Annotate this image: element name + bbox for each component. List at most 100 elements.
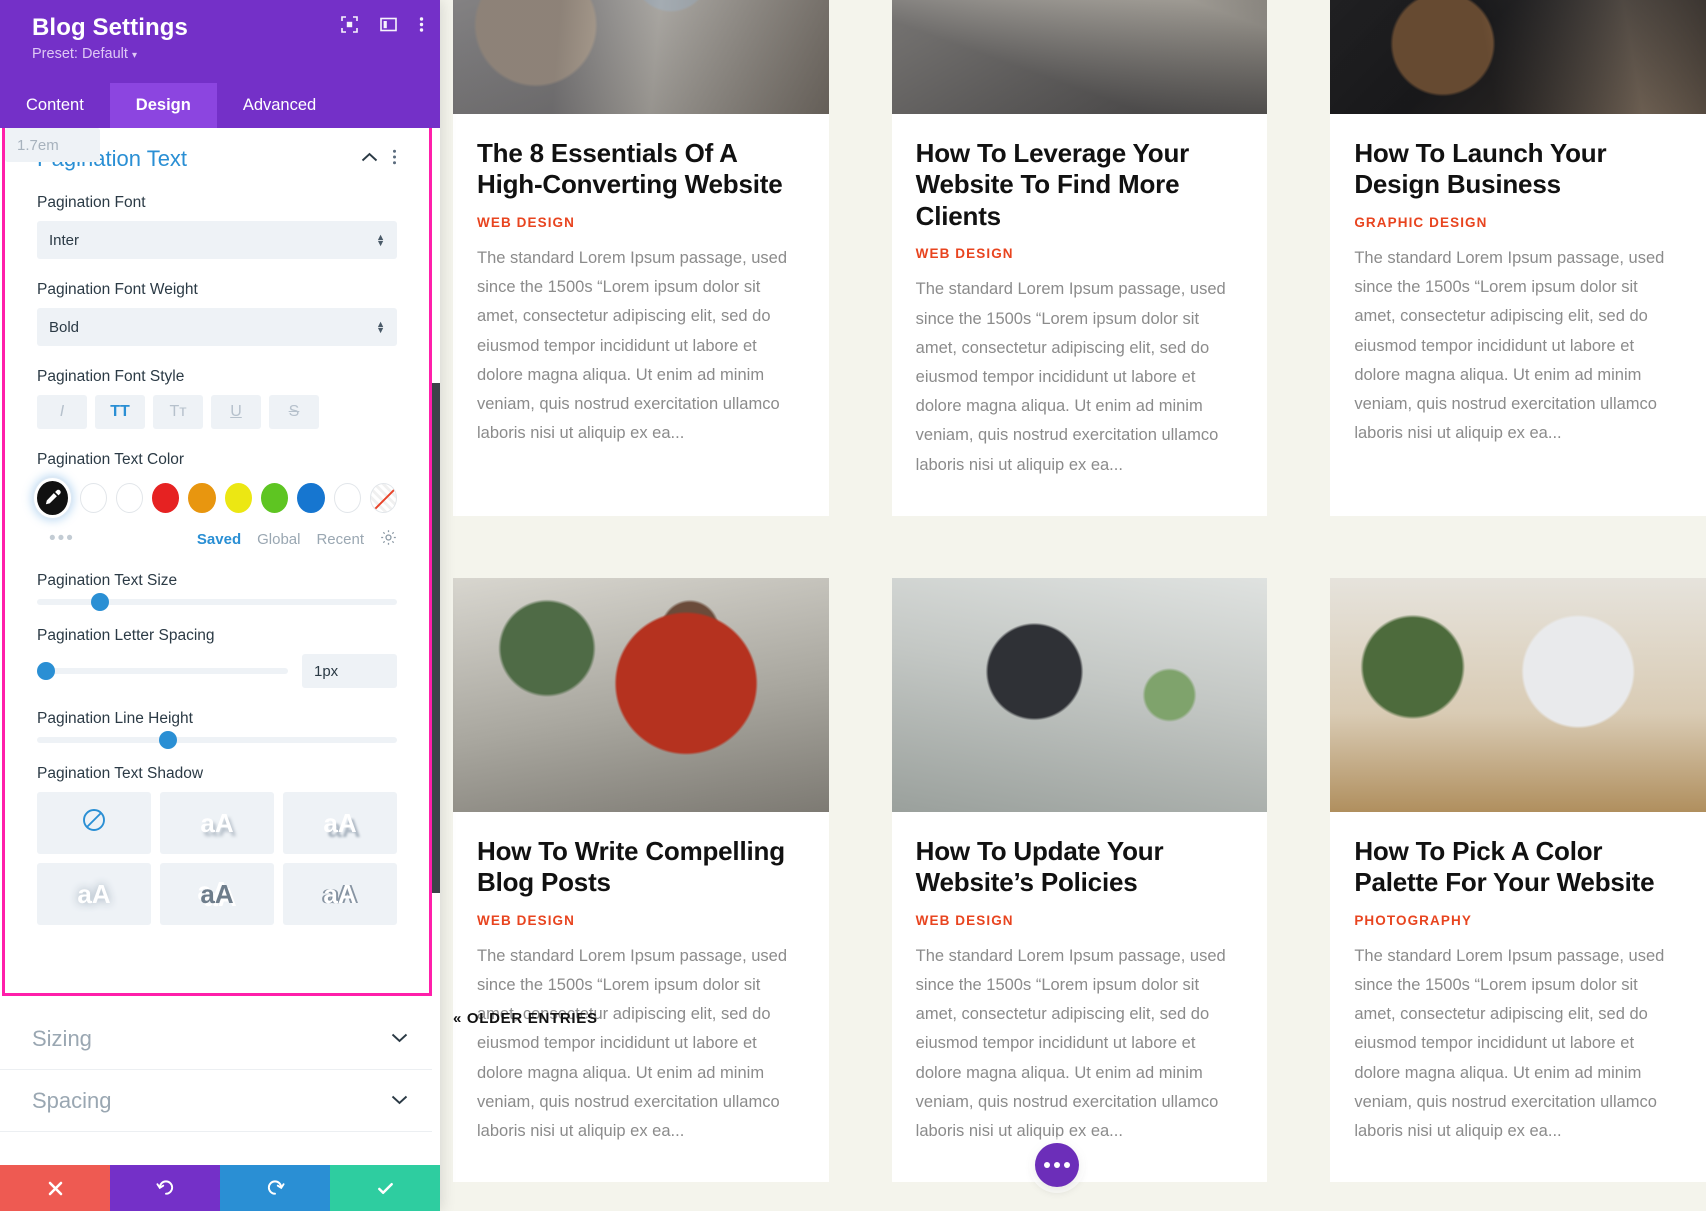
text-shadow-option-button[interactable]: aA bbox=[283, 792, 397, 854]
color-swatch-transparent[interactable] bbox=[369, 483, 398, 513]
color-swatch-row bbox=[34, 478, 398, 518]
undo-button[interactable] bbox=[110, 1165, 220, 1211]
ellipsis-icon bbox=[1054, 1162, 1060, 1168]
pagination-line-height-slider[interactable] bbox=[37, 731, 397, 749]
section-spacing[interactable]: Spacing bbox=[0, 1070, 440, 1132]
blog-card[interactable]: The 8 Essentials Of A High-Converting We… bbox=[453, 0, 829, 516]
pagination-font-weight-select[interactable]: Bold ▲ ▼ bbox=[37, 308, 397, 346]
eyedropper-icon[interactable] bbox=[34, 478, 71, 518]
text-shadow-option-button[interactable]: aA bbox=[160, 863, 274, 925]
tab-content[interactable]: Content bbox=[0, 83, 110, 128]
color-swatch[interactable] bbox=[79, 483, 107, 513]
color-tab-saved[interactable]: Saved bbox=[197, 531, 241, 548]
card-title[interactable]: How To Launch Your Design Business bbox=[1354, 138, 1682, 201]
more-vertical-icon[interactable] bbox=[419, 16, 424, 33]
pagination-font-select[interactable]: Inter ▲ ▼ bbox=[37, 221, 397, 259]
card-image bbox=[1330, 0, 1706, 114]
redo-button[interactable] bbox=[220, 1165, 330, 1211]
ellipsis-icon bbox=[1044, 1162, 1050, 1168]
pagination-letter-spacing-slider[interactable] bbox=[37, 662, 288, 680]
font-style-strikethrough-button[interactable]: S bbox=[269, 395, 319, 429]
preset-selector[interactable]: Preset: Default ▾ bbox=[32, 46, 420, 62]
smallcaps-glyph: Tᴛ bbox=[169, 403, 187, 420]
italic-glyph: I bbox=[59, 403, 65, 420]
blog-card[interactable]: How To Update Your Website’s Policies We… bbox=[891, 577, 1268, 1183]
font-style-italic-button[interactable]: I bbox=[37, 395, 87, 429]
strikethrough-glyph: S bbox=[288, 403, 300, 420]
card-category[interactable]: Photography bbox=[1354, 913, 1682, 928]
focus-icon[interactable] bbox=[341, 16, 358, 33]
color-swatch[interactable] bbox=[224, 483, 252, 513]
text-shadow-none-button[interactable] bbox=[37, 792, 151, 854]
floating-action-button[interactable] bbox=[1035, 1143, 1079, 1187]
card-category[interactable]: Web Design bbox=[477, 215, 805, 230]
panel-footer bbox=[0, 1165, 440, 1211]
pagination-text-size-slider[interactable] bbox=[37, 593, 397, 611]
slider-knob[interactable] bbox=[91, 593, 109, 611]
section-sizing[interactable]: Sizing bbox=[0, 1008, 440, 1070]
panel-tabs: Content Design Advanced bbox=[0, 83, 440, 128]
blog-grid: The 8 Essentials Of A High-Converting We… bbox=[453, 0, 1706, 1183]
more-vertical-icon[interactable] bbox=[392, 149, 397, 170]
chevron-up-icon[interactable] bbox=[361, 150, 378, 168]
card-body: How To Update Your Website’s Policies We… bbox=[892, 812, 1268, 1182]
card-title[interactable]: How To Write Compelling Blog Posts bbox=[477, 836, 805, 899]
pagination-line-height-input[interactable]: 1.7em bbox=[5, 128, 100, 162]
color-swatch[interactable] bbox=[188, 483, 216, 513]
blog-settings-panel: Blog Settings Preset: Default ▾ Content … bbox=[0, 0, 440, 1211]
color-swatch[interactable] bbox=[152, 483, 180, 513]
color-swatch[interactable] bbox=[333, 483, 361, 513]
blog-card[interactable]: How To Pick A Color Palette For Your Web… bbox=[1330, 577, 1706, 1183]
color-tab-recent[interactable]: Recent bbox=[316, 531, 364, 548]
preset-label: Preset: Default bbox=[32, 46, 128, 62]
card-title[interactable]: How To Update Your Website’s Policies bbox=[916, 836, 1244, 899]
card-body: How To Pick A Color Palette For Your Web… bbox=[1330, 812, 1706, 1182]
blog-card[interactable]: How To Write Compelling Blog Posts Web D… bbox=[453, 577, 829, 1183]
panel-scroll-area: Pagination Text Pagination Font Inter ▲ … bbox=[0, 128, 440, 1165]
select-value: Bold bbox=[49, 318, 80, 336]
card-category[interactable]: Web Design bbox=[916, 913, 1244, 928]
text-shadow-option-button[interactable]: aA bbox=[37, 863, 151, 925]
chevron-down-icon bbox=[391, 1030, 408, 1047]
color-swatch[interactable] bbox=[261, 483, 289, 513]
card-excerpt: The standard Lorem Ipsum passage, used s… bbox=[915, 280, 1226, 474]
layout-icon[interactable] bbox=[380, 16, 397, 33]
field-label: Pagination Line Height bbox=[37, 710, 193, 727]
field-label: Pagination Text Shadow bbox=[37, 765, 204, 782]
gear-icon[interactable] bbox=[380, 529, 397, 550]
text-shadow-option-button[interactable]: aA bbox=[283, 863, 397, 925]
card-category[interactable]: Graphic Design bbox=[1354, 215, 1682, 230]
more-colors-button[interactable]: ••• bbox=[37, 528, 75, 550]
slider-knob[interactable] bbox=[159, 731, 178, 749]
text-shadow-option-button[interactable]: aA bbox=[160, 792, 274, 854]
card-excerpt: The standard Lorem Ipsum passage, used s… bbox=[915, 946, 1226, 1140]
font-style-smallcaps-button[interactable]: Tᴛ bbox=[153, 395, 203, 429]
save-button[interactable] bbox=[330, 1165, 440, 1211]
field-pagination-font: Pagination Font Inter ▲ ▼ bbox=[37, 194, 397, 259]
card-title[interactable]: How To Pick A Color Palette For Your Web… bbox=[1354, 836, 1682, 899]
panel-scrollbar-thumb[interactable] bbox=[432, 383, 440, 893]
cancel-button[interactable] bbox=[0, 1165, 110, 1211]
slider-knob[interactable] bbox=[37, 662, 55, 680]
card-image bbox=[453, 0, 829, 114]
card-category[interactable]: Web Design bbox=[916, 246, 1244, 261]
font-style-uppercase-button[interactable]: TT bbox=[95, 395, 145, 429]
panel-header-actions bbox=[341, 16, 424, 33]
card-category[interactable]: Web Design bbox=[477, 913, 805, 928]
field-label: Pagination Text Color bbox=[37, 451, 185, 468]
card-excerpt: The standard Lorem Ipsum passage, used s… bbox=[477, 946, 788, 1140]
older-entries-link[interactable]: « Older Entries bbox=[453, 1010, 598, 1027]
font-style-underline-button[interactable]: U bbox=[211, 395, 261, 429]
card-title[interactable]: How To Leverage Your Website To Find Mor… bbox=[916, 138, 1244, 232]
color-swatch[interactable] bbox=[115, 483, 144, 513]
tab-design[interactable]: Design bbox=[109, 83, 217, 128]
blog-card[interactable]: How To Leverage Your Website To Find Mor… bbox=[891, 0, 1268, 516]
field-pagination-text-shadow: Pagination Text Shadow aA aA aA aA aA bbox=[37, 765, 397, 925]
color-tab-global[interactable]: Global bbox=[257, 531, 300, 548]
pagination-letter-spacing-input[interactable]: 1px bbox=[302, 654, 397, 688]
section-label: Spacing bbox=[32, 1087, 112, 1113]
card-title[interactable]: The 8 Essentials Of A High-Converting We… bbox=[477, 138, 805, 201]
color-swatch[interactable] bbox=[297, 483, 325, 513]
tab-advanced[interactable]: Advanced bbox=[217, 83, 342, 128]
blog-card[interactable]: How To Launch Your Design Business Graph… bbox=[1330, 0, 1706, 516]
